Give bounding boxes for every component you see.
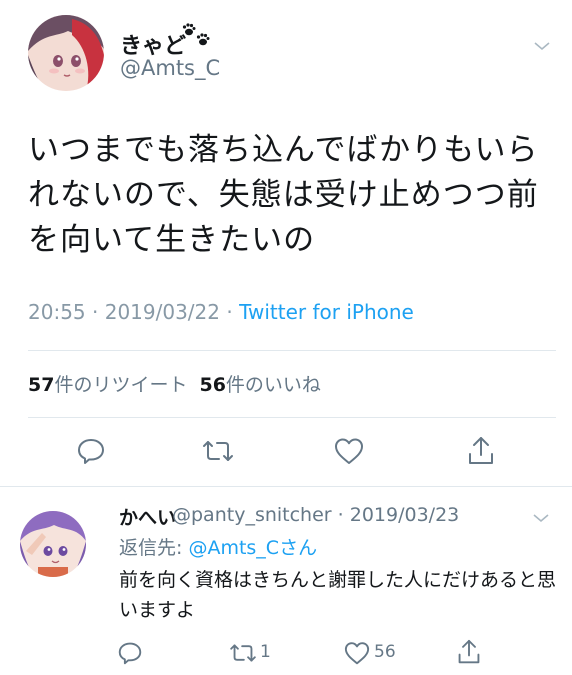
chevron-down-icon[interactable]	[533, 37, 551, 51]
share-icon[interactable]	[467, 435, 495, 467]
retweet-icon[interactable]	[228, 642, 258, 664]
tweet-date: 2019/03/22	[104, 300, 220, 324]
reply-to-label: 返信先:	[119, 537, 189, 559]
divider	[28, 417, 556, 418]
share-icon[interactable]	[457, 638, 481, 666]
reply-to-mention[interactable]: @Amts_C	[188, 537, 279, 559]
tweet-stats: 57件のリツイート 56件のいいね	[28, 370, 321, 397]
reply-icon[interactable]	[77, 437, 105, 465]
chevron-down-icon[interactable]	[532, 509, 550, 523]
retweet-label: 件のリツイート	[54, 374, 188, 396]
tweet-text: いつまでも落ち込んでばかりもいられないので、失態は受け止めつつ前を向いて生きたい…	[28, 132, 539, 258]
reply-date: 2019/03/23	[349, 504, 460, 526]
reply-text: 前を向く資格はきちんと謝罪した人にだけあると思いますよ	[119, 569, 557, 621]
reply-like-count: 56	[374, 642, 396, 662]
reply-meta: @panty_snitcher · 2019/03/23	[172, 504, 460, 526]
like-count: 56	[199, 374, 226, 396]
reply-avatar[interactable]	[20, 511, 86, 577]
reply-handle[interactable]: @panty_snitcher	[172, 504, 332, 526]
retweet-count: 57	[28, 374, 55, 396]
reply-display-name[interactable]: かへい	[119, 503, 176, 530]
retweet-icon[interactable]	[201, 438, 235, 464]
reply-to-suffix: さん	[279, 537, 318, 559]
likes-stat[interactable]: 56件のいいね	[199, 374, 320, 396]
handle[interactable]: @Amts_C	[120, 56, 220, 80]
reply-retweet-count: 1	[260, 642, 271, 662]
avatar[interactable]	[28, 15, 104, 91]
reply-icon[interactable]	[118, 641, 142, 665]
retweets-stat[interactable]: 57件のリツイート	[28, 374, 187, 396]
tweet-time: 20:55	[28, 300, 86, 324]
heart-icon[interactable]	[344, 641, 370, 665]
heart-icon[interactable]	[334, 437, 364, 465]
tweet-meta: 20:55 · 2019/03/22 · Twitter for iPhone	[28, 300, 414, 324]
tweet-source[interactable]: Twitter for iPhone	[239, 300, 414, 324]
divider	[28, 350, 556, 351]
paw-prints-icon	[180, 22, 212, 48]
like-label: 件のいいね	[225, 374, 321, 396]
divider	[0, 486, 572, 487]
reply-to: 返信先: @Amts_Cさん	[119, 533, 317, 560]
